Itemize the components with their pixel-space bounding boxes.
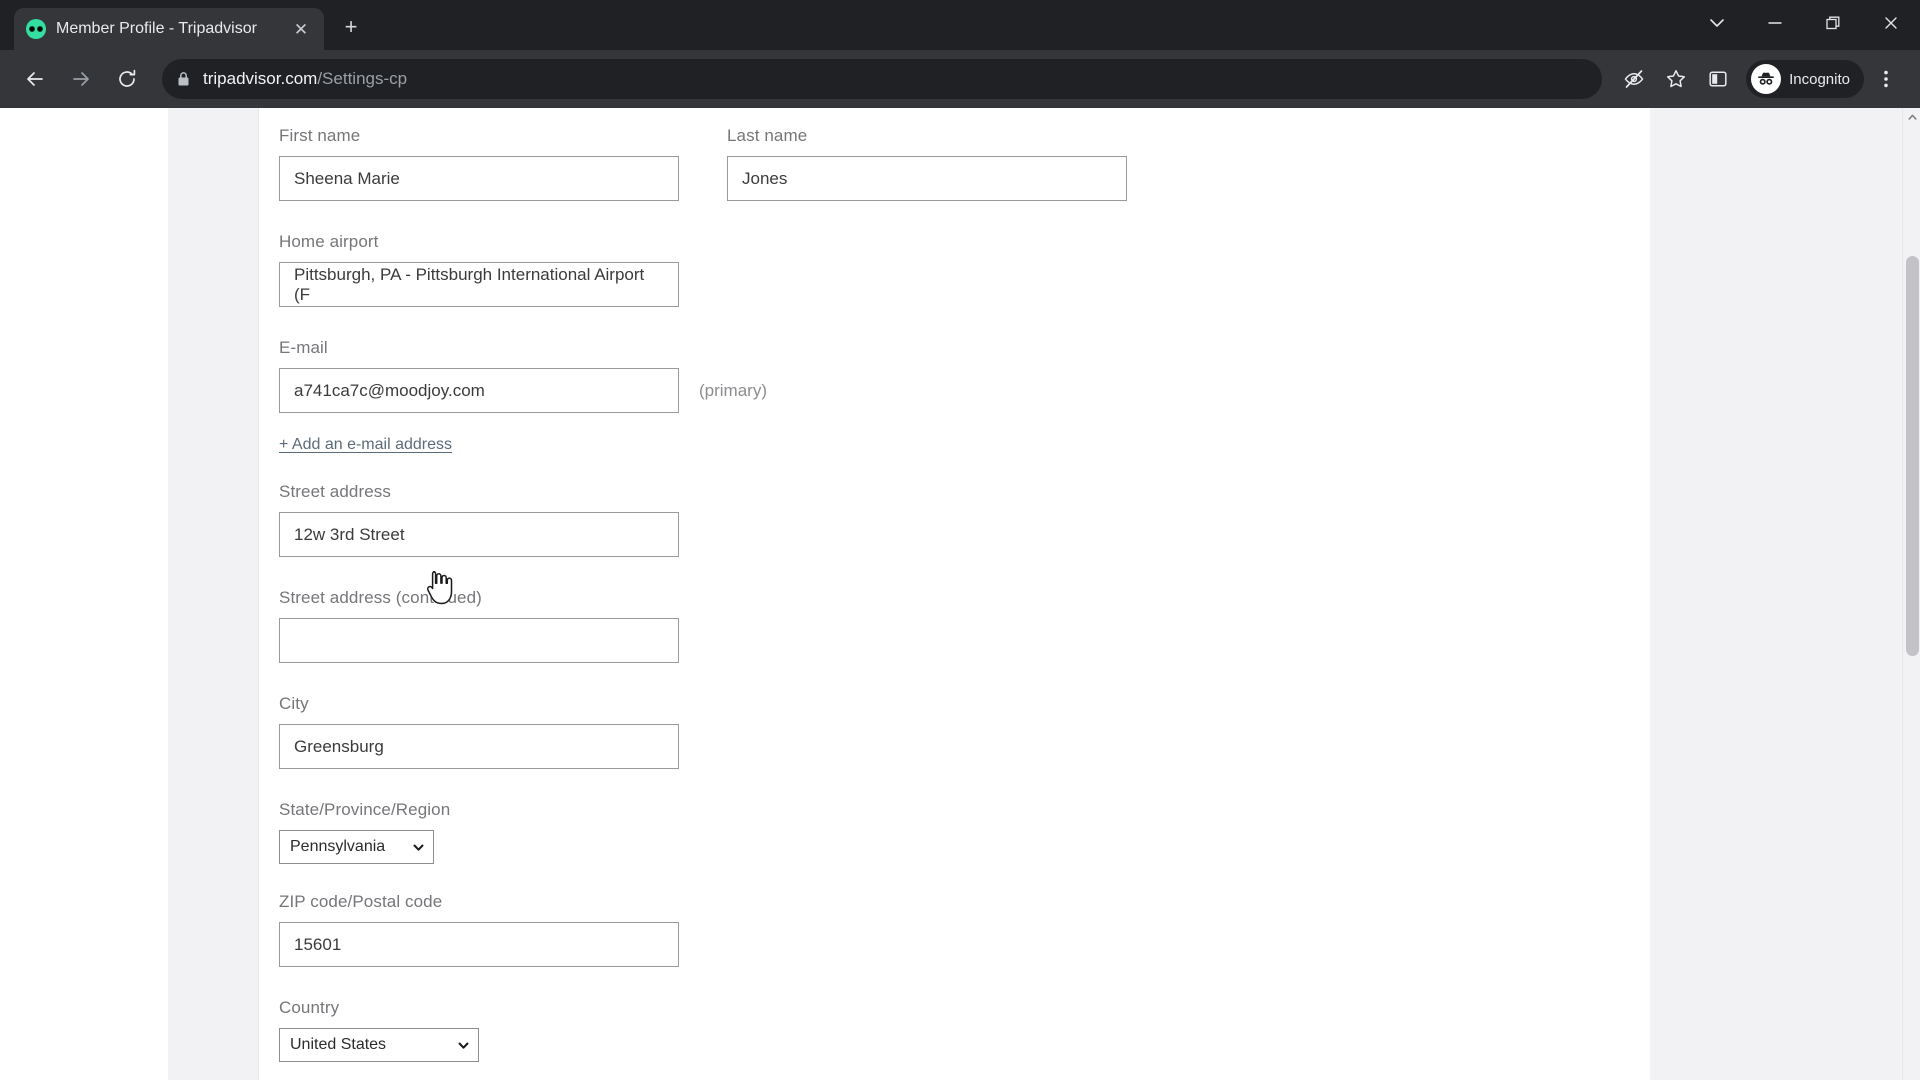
street-address-input[interactable]: 12w 3rd Street (279, 512, 679, 557)
name-row: First name Sheena Marie Last name Jones (279, 126, 1650, 201)
minimize-icon[interactable] (1746, 0, 1804, 46)
home-airport-field: Home airport Pittsburgh, PA - Pittsburgh… (279, 232, 1650, 307)
profile-label: Incognito (1789, 70, 1850, 88)
address-bar-text: tripadvisor.com/Settings-cp (203, 69, 407, 89)
maximize-restore-icon[interactable] (1804, 0, 1862, 46)
country-select[interactable]: United States (279, 1028, 479, 1062)
browser-window: Member Profile - Tripadvisor ✕ + tripadv… (0, 0, 1920, 1080)
page-left-gutter (0, 108, 168, 1080)
email-primary-tag: (primary) (699, 380, 767, 400)
lock-icon (176, 71, 191, 87)
side-panel-icon[interactable] (1698, 59, 1738, 99)
state-label: State/Province/Region (279, 800, 451, 819)
url-path: /Settings-cp (317, 69, 408, 88)
back-icon[interactable] (14, 58, 56, 100)
home-airport-input[interactable]: Pittsburgh, PA - Pittsburgh Internationa… (279, 262, 679, 307)
scrollbar-thumb[interactable] (1906, 256, 1919, 656)
country-field: Country United States (279, 998, 1650, 1062)
state-field: State/Province/Region Pennsylvania (279, 800, 1650, 864)
country-select-value: United States (290, 1036, 387, 1053)
window-controls (1688, 0, 1920, 46)
chevron-down-icon (457, 1039, 470, 1052)
reload-icon[interactable] (106, 58, 148, 100)
forward-icon[interactable] (60, 58, 102, 100)
email-input[interactable]: a741ca7c@moodjoy.com (279, 368, 679, 413)
street-address-2-input[interactable] (279, 618, 679, 663)
street-address-2-label: Street address (continued) (279, 588, 482, 607)
close-tab-icon[interactable]: ✕ (290, 18, 312, 40)
first-name-label: First name (279, 126, 361, 145)
page-scrollbar[interactable] (1902, 108, 1920, 1080)
close-window-icon[interactable] (1862, 0, 1920, 46)
street-address-label: Street address (279, 482, 391, 501)
tab-search-chevron-icon[interactable] (1688, 0, 1746, 46)
chevron-down-icon (412, 841, 425, 854)
browser-tab[interactable]: Member Profile - Tripadvisor ✕ (14, 8, 324, 50)
street-address-field: Street address 12w 3rd Street (279, 482, 1650, 557)
last-name-input[interactable]: Jones (727, 156, 1127, 201)
state-select-value: Pennsylvania (290, 838, 386, 855)
home-airport-label: Home airport (279, 232, 379, 251)
member-profile-form: First name Sheena Marie Last name Jones … (259, 108, 1650, 1062)
city-input[interactable]: Greensburg (279, 724, 679, 769)
browser-toolbar: tripadvisor.com/Settings-cp Incognito (0, 50, 1920, 108)
first-name-input[interactable]: Sheena Marie (279, 156, 679, 201)
email-field: E-mail a741ca7c@moodjoy.com (primary) (279, 338, 1650, 413)
zip-label: ZIP code/Postal code (279, 892, 443, 911)
url-domain: tripadvisor.com (203, 69, 318, 88)
email-label: E-mail (279, 338, 328, 357)
zip-input[interactable]: 15601 (279, 922, 679, 967)
page-viewport: First name Sheena Marie Last name Jones … (0, 108, 1920, 1080)
tab-title: Member Profile - Tripadvisor (56, 20, 257, 37)
eye-slash-icon[interactable] (1614, 59, 1654, 99)
city-label: City (279, 694, 309, 713)
address-bar[interactable]: tripadvisor.com/Settings-cp (162, 59, 1603, 99)
last-name-label: Last name (727, 126, 808, 145)
street-address-2-field: Street address (continued) (279, 588, 1650, 663)
city-field: City Greensburg (279, 694, 1650, 769)
last-name-field: Last name Jones (727, 126, 1127, 201)
first-name-field: First name Sheena Marie (279, 126, 679, 201)
profile-incognito-button[interactable]: Incognito (1746, 60, 1864, 98)
tab-strip: Member Profile - Tripadvisor ✕ + (0, 0, 1920, 50)
scroll-up-arrow-icon[interactable] (1903, 108, 1920, 126)
toolbar-right-actions: Incognito (1614, 59, 1906, 99)
profile-settings-card: First name Sheena Marie Last name Jones … (258, 108, 1650, 1080)
zip-field: ZIP code/Postal code 15601 (279, 892, 1650, 967)
three-dot-menu-icon[interactable] (1866, 59, 1906, 99)
country-label: Country (279, 998, 340, 1017)
state-select[interactable]: Pennsylvania (279, 830, 434, 864)
new-tab-button[interactable]: + (336, 12, 366, 42)
star-icon[interactable] (1656, 59, 1696, 99)
add-email-address-link[interactable]: + Add an e-mail address (279, 436, 452, 454)
incognito-avatar-icon (1751, 64, 1782, 94)
tripadvisor-owl-icon (26, 19, 46, 39)
